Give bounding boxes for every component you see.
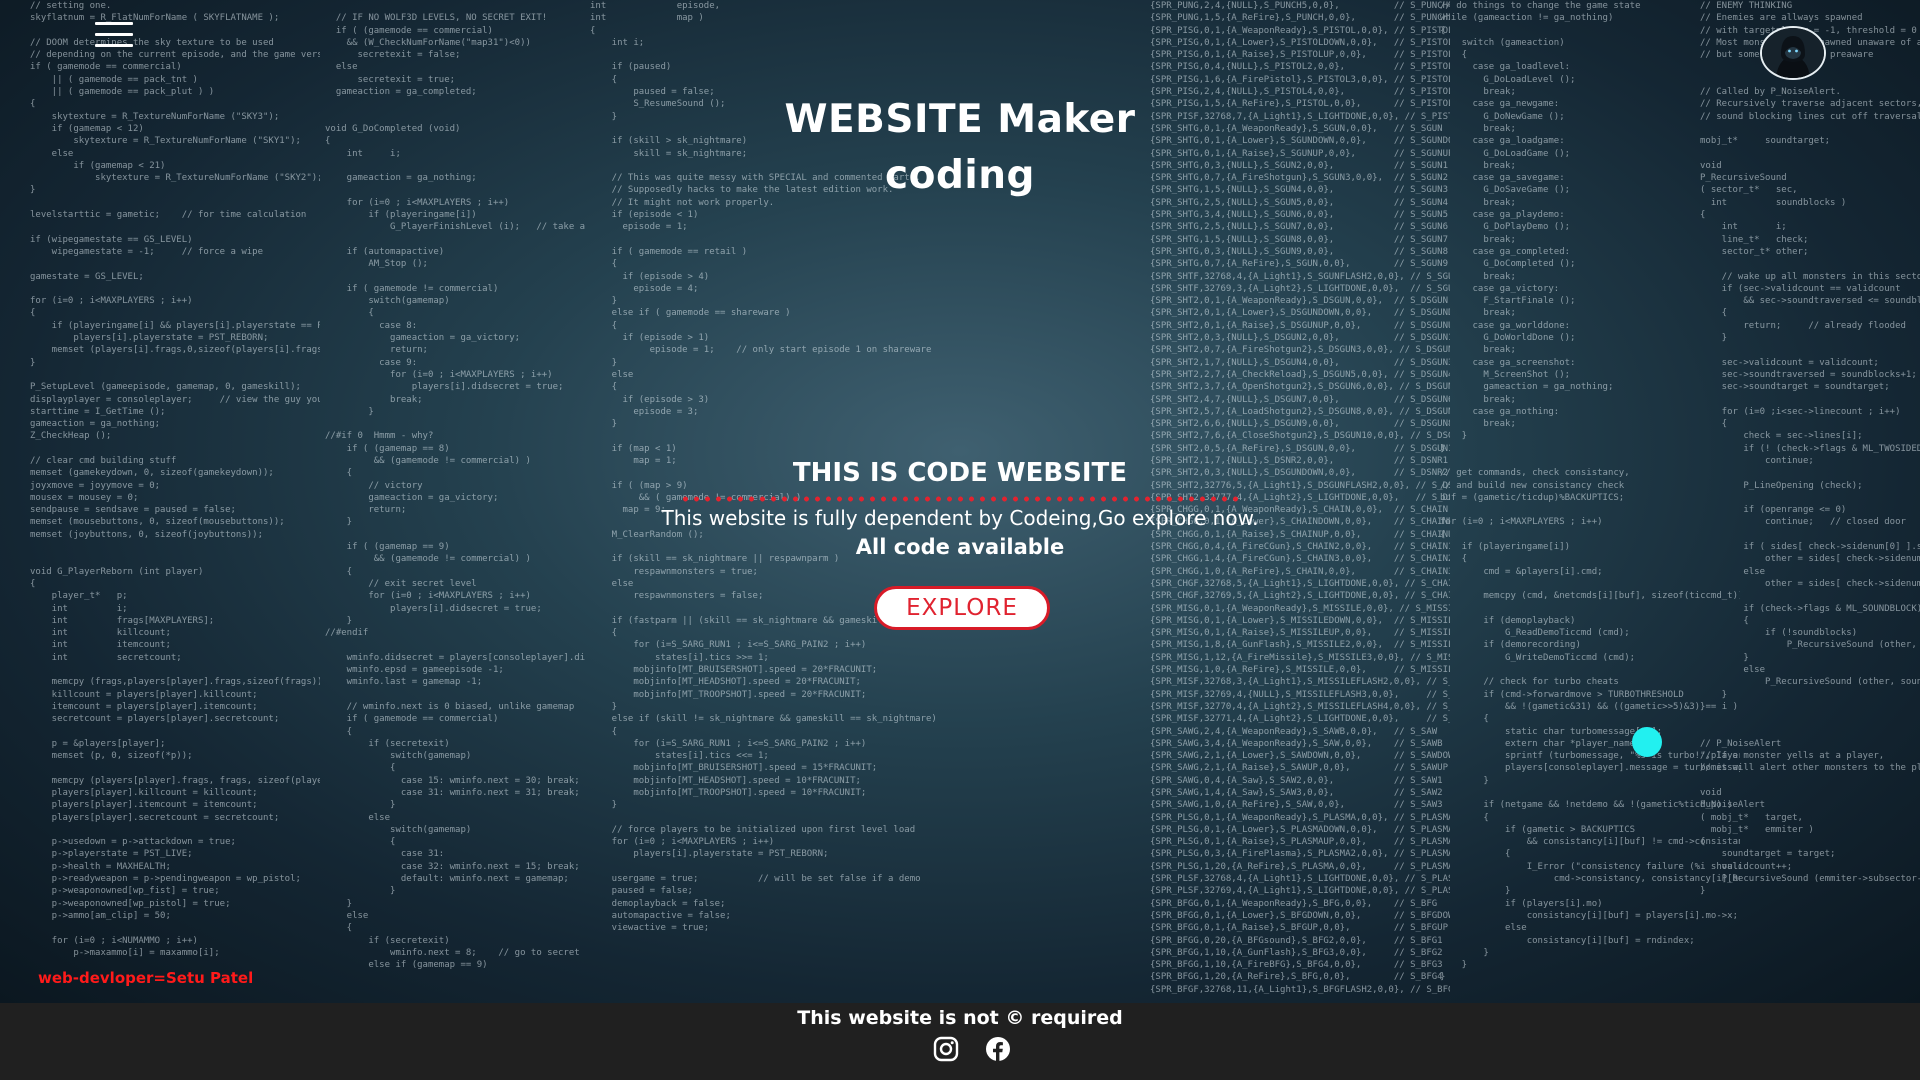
avatar-image [1762, 28, 1824, 78]
facebook-icon[interactable] [985, 1036, 1011, 1062]
cursor-dot-icon [1632, 727, 1662, 757]
description-text: This website is fully dependent by Codei… [661, 506, 1259, 530]
instagram-icon[interactable] [933, 1036, 959, 1062]
site-title: WEBSITE Maker coding [760, 92, 1160, 204]
facebook-glyph [986, 1037, 1010, 1061]
menu-bar [95, 22, 133, 25]
footer-copyright-text: This website is not © required [797, 1007, 1123, 1029]
code-column: // setting one. skyflatnum = R_FlatNumFo… [30, 1, 320, 958]
menu-bar [95, 44, 133, 47]
developer-credit: web-devloper=Setu Patel [38, 969, 254, 987]
code-column: // IF NO WOLF3D LEVELS, NO SECRET EXIT! … [325, 13, 585, 971]
hamburger-menu-icon[interactable] [95, 22, 133, 58]
site-title-line: coding [885, 153, 1035, 198]
menu-bar [95, 33, 133, 36]
code-column: // do things to change the game state wh… [1440, 1, 1740, 983]
instagram-glyph [933, 1036, 959, 1062]
hacker-avatar-icon[interactable] [1760, 26, 1826, 80]
dotted-divider [680, 496, 1240, 502]
description-subtext: All code available [855, 535, 1065, 559]
code-column: // ENEMY THINKING // Enemies are allways… [1700, 1, 1920, 897]
explore-button[interactable]: EXPLORE [874, 586, 1050, 630]
site-title-line: WEBSITE Maker [784, 97, 1136, 142]
tagline-heading: THIS IS CODE WEBSITE [792, 458, 1128, 488]
hero-section: // setting one. skyflatnum = R_FlatNumFo… [0, 0, 1920, 1003]
page: // setting one. skyflatnum = R_FlatNumFo… [0, 0, 1920, 1080]
